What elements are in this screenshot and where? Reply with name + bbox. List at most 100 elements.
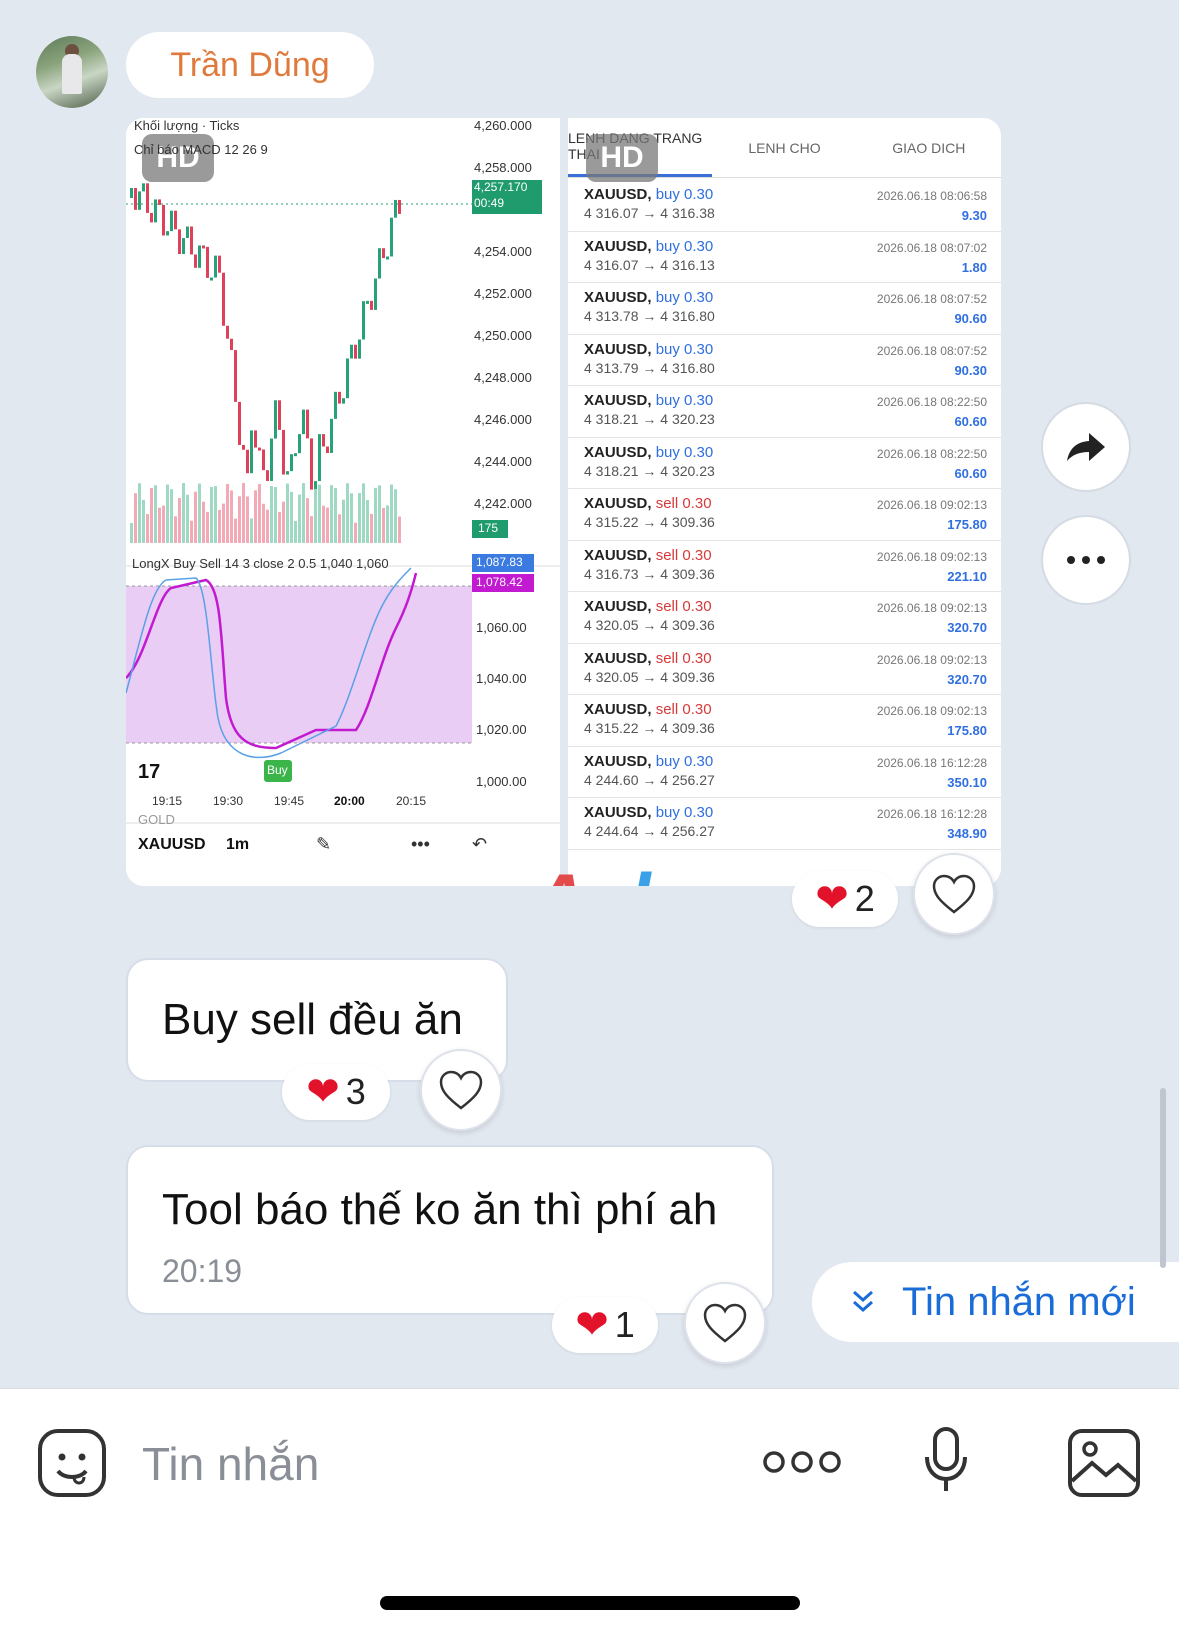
trade-row: XAUUSD, sell 0.30 4 316.73 → 4 309.36 2026… [568, 541, 1001, 592]
sender-name[interactable]: Trần Dũng [126, 32, 374, 98]
candle [230, 338, 233, 351]
like-button[interactable] [913, 853, 995, 935]
candle [306, 409, 309, 439]
price-tick-label: 4,252.000 [474, 286, 532, 301]
trade-volume: 0.30 [684, 443, 714, 461]
like-button[interactable] [684, 1282, 766, 1364]
more-options-button[interactable] [1041, 515, 1131, 605]
volume-bar [178, 498, 181, 543]
trade-volume: 0.30 [682, 649, 712, 667]
trade-side: buy [655, 392, 680, 409]
reaction-summary[interactable]: ❤ 1 [552, 1297, 658, 1353]
trade-time: 2026.06.18 09:02:13 [876, 652, 987, 667]
trade-time: 2026.06.18 09:02:13 [876, 704, 987, 718]
volume-bar [202, 501, 205, 543]
trade-row: XAUUSD, buy 0.30 4 244.60 → 4 256.27 2026.… [568, 747, 1001, 798]
candle [198, 245, 201, 268]
sender-avatar[interactable] [36, 36, 108, 108]
forward-button[interactable] [1041, 402, 1131, 492]
volume-bar [234, 518, 237, 543]
price-tick-label: 4,260.000 [474, 118, 532, 133]
reaction-count: 3 [345, 1071, 366, 1112]
trade-prices: 4 313.78 → 4 316.80 [584, 308, 715, 324]
trade-profit: 348.90 [947, 826, 987, 841]
share-arrow-icon [1067, 433, 1105, 461]
reaction-summary[interactable]: ❤ 2 [792, 871, 898, 927]
candle [206, 246, 209, 278]
trade-side: buy [655, 752, 680, 770]
reaction-summary[interactable]: ❤ 3 [282, 1064, 390, 1120]
time-label: 19:15 [152, 794, 183, 808]
price-tick-label: 4,258.000 [474, 160, 532, 175]
trade-prices: 4 244.60 → 4 256.27 [584, 771, 715, 788]
volume-bar [258, 484, 261, 543]
trade-side: buy [655, 186, 680, 203]
home-indicator [380, 1596, 800, 1610]
volume-bar [250, 518, 253, 543]
indicator-tick-label: 1,020.00 [476, 722, 527, 737]
candle [330, 418, 333, 453]
trade-side: sell [655, 701, 679, 718]
trade-volume: 0.30 [684, 392, 714, 409]
trade-history-screenshot[interactable]: LENH DANG TRANG THAI LENH CHO GIAO DICH … [568, 118, 1001, 886]
trade-row: XAUUSD, sell 0.30 4 315.22 → 4 309.36 2026… [568, 695, 1001, 747]
timeframe-label: 1m [226, 836, 250, 853]
trade-time: 2026.06.18 08:07:02 [876, 240, 987, 255]
heart-outline-icon [703, 1303, 747, 1343]
chart-header-1: Khối lượng · Ticks [134, 118, 240, 133]
more-actions-button[interactable] [762, 1447, 842, 1482]
candle [354, 344, 357, 359]
heart-icon: ❤ [815, 877, 849, 921]
candle [278, 400, 281, 430]
volume-bar [326, 507, 329, 543]
candle [218, 255, 221, 273]
voice-button[interactable] [922, 1425, 970, 1502]
candle [162, 204, 165, 236]
image-icon [1068, 1429, 1140, 1497]
trade-volume: 0.30 [682, 598, 712, 615]
volume-bar [318, 484, 321, 543]
trade-side: buy [655, 804, 680, 821]
trade-time: 2026.06.18 08:07:52 [876, 292, 987, 306]
chart-screenshot[interactable]: 4,260.000 4,258.000 4,254.000 4,252.000 4,25… [126, 118, 560, 886]
gold-label: GOLD [138, 812, 175, 827]
trade-volume: 0.30 [684, 752, 714, 770]
trade-volume: 0.30 [682, 701, 712, 718]
candle [382, 248, 385, 259]
trade-row: XAUUSD, buy 0.30 4 316.07 → 4 316.13 2026.… [568, 232, 1001, 283]
candle [202, 245, 205, 249]
message-bubble[interactable]: Tool báo thế ko ăn thì phí ah 20:19 [126, 1145, 774, 1315]
heart-outline-icon [932, 874, 976, 914]
like-button[interactable] [420, 1049, 502, 1131]
candle [374, 278, 377, 310]
trade-row: XAUUSD, buy 0.30 4 244.64 → 4 256.27 2026.… [568, 798, 1001, 850]
volume-bar [210, 486, 213, 543]
trade-side: sell [655, 546, 679, 564]
scrollbar[interactable] [1160, 1088, 1166, 1268]
trade-list: XAUUSD, buy 0.30 4 316.07 → 4 316.38 2026.… [568, 180, 1001, 850]
volume-bar [274, 487, 277, 543]
buy-tag: Buy [267, 763, 288, 777]
volume-bar [310, 516, 313, 543]
new-messages-button[interactable]: Tin nhắn mới [812, 1262, 1179, 1342]
current-price: 4,257.170 [474, 180, 528, 194]
double-chevron-down-icon [853, 1290, 873, 1313]
svg-text:17: 17 [138, 761, 160, 783]
candle [322, 434, 325, 447]
candle [334, 391, 337, 419]
gallery-button[interactable] [1066, 1427, 1142, 1504]
chart-header-2: Chỉ báo MACD 12 26 9 [134, 142, 268, 157]
watermark-logo: Aphang [531, 856, 806, 886]
trade-side: sell [655, 649, 679, 667]
image-message[interactable]: 4,260.000 4,258.000 4,254.000 4,252.000 4,25… [126, 118, 1001, 886]
volume-bar [222, 503, 225, 543]
volume-bar [366, 500, 369, 543]
trade-profit: 350.10 [947, 774, 987, 790]
candle [158, 199, 161, 205]
volume-bar [238, 496, 241, 543]
emoji-button[interactable] [36, 1427, 108, 1504]
trade-profit: 60.60 [954, 465, 987, 481]
message-input[interactable]: Tin nhắn [142, 1437, 319, 1491]
candle [234, 350, 237, 402]
more-icon: ••• [411, 834, 430, 854]
